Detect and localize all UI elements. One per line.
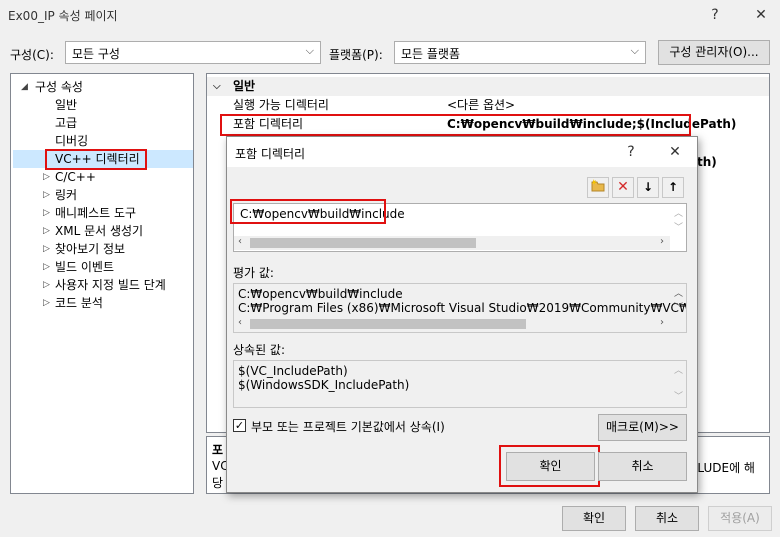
chevron-down-icon: ⌵: [305, 44, 314, 57]
inherited-label: 상속된 값:: [233, 343, 286, 357]
dialog-title-bar: 포함 디렉터리 ? ✕: [227, 137, 697, 167]
title-bar: Ex00_IP 속성 페이지 ? ✕: [0, 0, 780, 30]
help-button[interactable]: ?: [704, 4, 726, 26]
scroll-thumb[interactable]: [250, 319, 526, 329]
platform-label: 플랫폼(P):: [329, 48, 383, 62]
move-up-icon[interactable]: ↑: [662, 177, 684, 198]
cancel-button[interactable]: 취소: [635, 506, 699, 531]
evaluated-line: C:₩Program Files (x86)₩Microsoft Visual …: [238, 301, 687, 315]
platform-value: 모든 플랫폼: [401, 47, 461, 61]
chevron-down-icon[interactable]: ⌵: [213, 77, 221, 96]
evaluated-box: C:₩opencv₩build₩include C:₩Program Files…: [233, 283, 687, 333]
evaluated-hscrollbar[interactable]: ‹ ›: [234, 317, 670, 331]
dialog-title: 포함 디렉터리: [235, 147, 306, 161]
inherit-checkbox-label[interactable]: 부모 또는 프로젝트 기본값에서 상속(I): [251, 418, 445, 435]
expand-triangle-icon[interactable]: ▷: [43, 186, 50, 204]
expand-triangle-icon[interactable]: ▷: [43, 240, 50, 258]
highlight-box: [45, 149, 147, 170]
grid-row-exec-dirs[interactable]: 실행 가능 디렉터리 <다른 옵션>: [207, 96, 769, 115]
dialog-help-button[interactable]: ?: [620, 141, 642, 163]
highlight-box: [220, 114, 691, 136]
grid-section-general[interactable]: ⌵ 일반: [207, 77, 769, 96]
new-line-icon[interactable]: [587, 177, 609, 198]
scroll-down-icon[interactable]: ﹀: [674, 300, 683, 313]
close-button[interactable]: ✕: [750, 4, 772, 26]
property-tree: ◢ 구성 속성 일반 고급 디버깅 VC++ 디렉터리 ▷ C/C++ ▷ 링커 ▷…: [10, 73, 194, 494]
include-dirs-dialog: 포함 디렉터리 ? ✕ ✕ ↓ ↑ C:₩opencv₩build₩includ…: [226, 136, 698, 493]
scroll-down-icon[interactable]: ﹀: [674, 220, 683, 233]
inherit-checkbox[interactable]: ✓: [233, 419, 246, 432]
dialog-cancel-button[interactable]: 취소: [598, 452, 687, 481]
evaluated-label: 평가 값:: [233, 266, 274, 280]
tree-item-custom-build[interactable]: ▷ 사용자 지정 빌드 단계: [43, 276, 166, 294]
tree-item-advanced[interactable]: 고급: [55, 114, 77, 132]
scroll-left-icon[interactable]: ‹: [238, 317, 242, 328]
tree-item-general[interactable]: 일반: [55, 96, 77, 114]
move-down-icon[interactable]: ↓: [637, 177, 659, 198]
tree-item-code-analysis[interactable]: ▷ 코드 분석: [43, 294, 103, 312]
ok-button[interactable]: 확인: [562, 506, 626, 531]
scroll-up-icon[interactable]: ︿: [674, 363, 683, 376]
inherited-line: $(VC_IncludePath): [238, 364, 348, 378]
scroll-right-icon[interactable]: ›: [660, 317, 664, 328]
expand-triangle-icon[interactable]: ▷: [43, 294, 50, 312]
grid-peek-value: th): [697, 155, 717, 169]
scroll-thumb[interactable]: [250, 238, 476, 248]
platform-combo[interactable]: 모든 플랫폼 ⌵: [394, 41, 646, 64]
chevron-down-icon: ⌵: [630, 44, 639, 57]
tree-item-manifest[interactable]: ▷ 매니페스트 도구: [43, 204, 136, 222]
highlight-box: [230, 199, 386, 224]
evaluated-line: C:₩opencv₩build₩include: [238, 287, 403, 301]
scroll-up-icon[interactable]: ︿: [674, 206, 683, 219]
expand-triangle-icon[interactable]: ▷: [43, 204, 50, 222]
scroll-left-icon[interactable]: ‹: [238, 236, 242, 247]
scroll-right-icon[interactable]: ›: [660, 236, 664, 247]
scroll-down-icon[interactable]: ﹀: [674, 389, 683, 402]
tree-root[interactable]: ◢ 구성 속성: [21, 78, 83, 96]
expand-triangle-icon[interactable]: ▷: [43, 276, 50, 294]
dialog-close-button[interactable]: ✕: [664, 141, 686, 163]
inherited-line: $(WindowsSDK_IncludePath): [238, 378, 410, 392]
highlight-box: [499, 445, 600, 487]
expand-triangle-icon[interactable]: ▷: [43, 222, 50, 240]
scroll-up-icon[interactable]: ︿: [674, 286, 683, 299]
config-combo[interactable]: 모든 구성 ⌵: [65, 41, 321, 64]
tree-item-debugging[interactable]: 디버깅: [55, 132, 88, 150]
tree-item-linker[interactable]: ▷ 링커: [43, 186, 77, 204]
config-manager-button[interactable]: 구성 관리자(O)...: [658, 40, 770, 65]
entry-hscrollbar[interactable]: ‹ ›: [234, 236, 670, 250]
collapse-triangle-icon[interactable]: ◢: [21, 78, 28, 96]
config-value: 모든 구성: [72, 47, 120, 61]
tree-item-build-events[interactable]: ▷ 빌드 이벤트: [43, 258, 114, 276]
inherited-box: $(VC_IncludePath) $(WindowsSDK_IncludePa…: [233, 360, 687, 408]
tree-item-cpp[interactable]: ▷ C/C++: [43, 168, 96, 186]
config-label: 구성(C):: [10, 48, 54, 62]
apply-button[interactable]: 적용(A): [708, 506, 772, 531]
expand-triangle-icon[interactable]: ▷: [43, 258, 50, 276]
expand-triangle-icon[interactable]: ▷: [43, 168, 50, 186]
tree-item-xml-doc[interactable]: ▷ XML 문서 생성기: [43, 222, 143, 240]
window-title: Ex00_IP 속성 페이지: [8, 9, 118, 23]
delete-icon[interactable]: ✕: [612, 177, 634, 198]
macro-button[interactable]: 매크로(M)>>: [598, 414, 687, 441]
tree-item-browse-info[interactable]: ▷ 찾아보기 정보: [43, 240, 125, 258]
